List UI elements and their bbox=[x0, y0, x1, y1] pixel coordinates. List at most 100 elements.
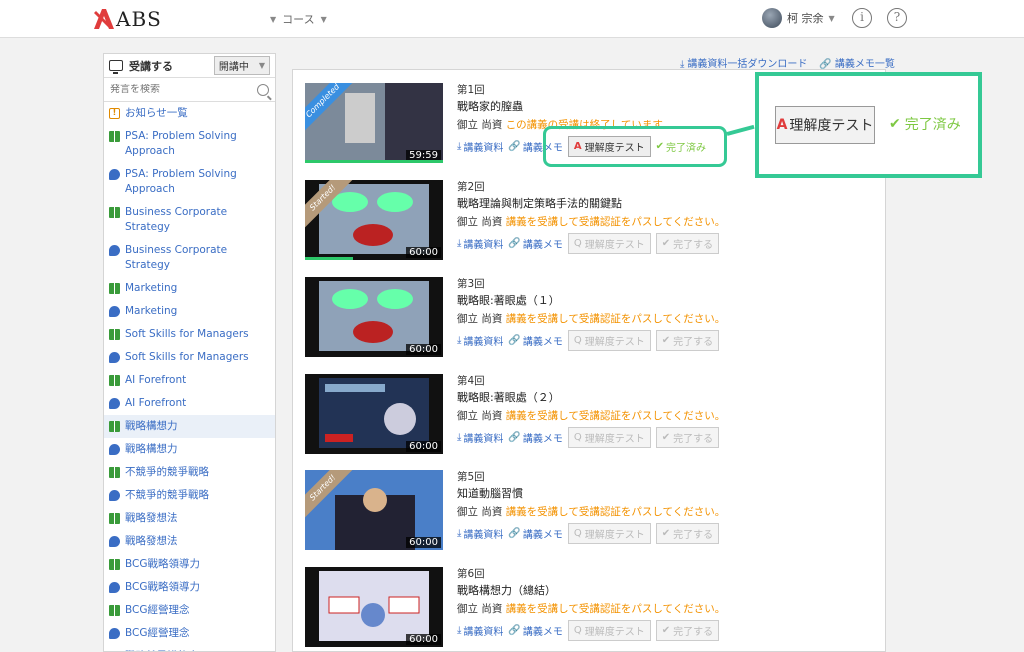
test-button[interactable]: Q 理解度テスト bbox=[567, 233, 651, 254]
link-icon: 🔗 bbox=[508, 238, 521, 249]
book-icon bbox=[109, 421, 120, 432]
memo-link[interactable]: 🔗 講義メモ bbox=[508, 623, 562, 638]
sidebar-item[interactable]: Soft Skills for Managers bbox=[104, 323, 275, 346]
memo-list-link[interactable]: 🔗 講義メモ一覧 bbox=[819, 55, 894, 70]
memo-link[interactable]: 🔗 講義メモ bbox=[508, 236, 562, 251]
materials-link[interactable]: ⤓ 講義資料 bbox=[457, 139, 503, 154]
lesson-title[interactable]: 戰略眼:著眼處（２） bbox=[457, 390, 725, 405]
test-a-icon: A bbox=[776, 117, 788, 133]
abs-logo[interactable]: ABS bbox=[94, 7, 162, 31]
sidebar-item[interactable]: ! お知らせ一覧 bbox=[104, 102, 275, 125]
test-button[interactable]: Q 理解度テスト bbox=[567, 523, 651, 544]
sidebar-item[interactable]: 戰略構想力 bbox=[104, 438, 275, 461]
highlight-box bbox=[543, 126, 727, 167]
materials-link[interactable]: ⤓ 講義資料 bbox=[457, 623, 503, 638]
sidebar-item-label: 戰略發想法 bbox=[125, 512, 178, 524]
lesson-title[interactable]: 戰略構想力（總結） bbox=[457, 583, 725, 598]
link-icon: 🔗 bbox=[508, 141, 521, 152]
book-icon bbox=[109, 131, 120, 142]
sidebar-item[interactable]: 戰略發想法 bbox=[104, 507, 275, 530]
user-menu[interactable]: 柯 宗余 ▼ bbox=[762, 8, 835, 28]
lesson-row: Started! 60:00 第2回 戰略理論與制定策略手法的關鍵點 御立 尚資 講義を… bbox=[305, 180, 875, 260]
chat-icon bbox=[109, 169, 120, 180]
materials-link[interactable]: ⤓ 講義資料 bbox=[457, 526, 503, 541]
test-icon: Q bbox=[573, 625, 582, 636]
help-icon[interactable]: ? bbox=[887, 8, 907, 28]
lesson-thumbnail[interactable]: 60:00 bbox=[305, 567, 443, 647]
sidebar-item[interactable]: Soft Skills for Managers bbox=[104, 346, 275, 369]
lesson-thumbnail[interactable]: Started! 60:00 bbox=[305, 470, 443, 550]
lesson-number: 第4回 bbox=[457, 375, 485, 387]
download-icon: ⤓ bbox=[457, 432, 462, 443]
lesson-title[interactable]: 戰略理論與制定策略手法的關鍵點 bbox=[457, 196, 725, 211]
sidebar-item[interactable]: BCG經營理念 bbox=[104, 622, 275, 645]
sidebar-item[interactable]: BCG戰略領導力 bbox=[104, 553, 275, 576]
lesson-title[interactable]: 知道動腦習慣 bbox=[457, 486, 725, 501]
done-label: 完了する bbox=[673, 627, 714, 638]
complete-button[interactable]: ✔ 完了する bbox=[655, 427, 720, 448]
status-select[interactable]: 開講中 ▼ bbox=[213, 56, 270, 75]
download-all-link[interactable]: ⤓ 講義資料一括ダウンロード bbox=[680, 55, 807, 70]
materials-label: 講義資料 bbox=[463, 434, 504, 445]
search-icon[interactable] bbox=[257, 83, 269, 96]
lesson-author: 御立 尚資 bbox=[457, 216, 503, 228]
sidebar-item[interactable]: BCG經營理念 bbox=[104, 599, 275, 622]
memo-link[interactable]: 🔗 講義メモ bbox=[508, 526, 562, 541]
done-label: 完了する bbox=[673, 530, 714, 541]
lesson-title[interactable]: 戰略家的膣蟲 bbox=[457, 99, 706, 114]
test-button[interactable]: Q 理解度テスト bbox=[567, 330, 651, 351]
sidebar-item[interactable]: PSA: Problem Solving Approach bbox=[104, 125, 275, 163]
sidebar-item[interactable]: Business Corporate Strategy bbox=[104, 201, 275, 239]
lesson-thumbnail[interactable]: 60:00 bbox=[305, 374, 443, 454]
sidebar-item-label: Soft Skills for Managers bbox=[125, 328, 249, 340]
lesson-thumbnail[interactable]: Started! 60:00 bbox=[305, 180, 443, 260]
complete-button[interactable]: ✔ 完了する bbox=[655, 330, 720, 351]
sidebar-item[interactable]: AI Forefront bbox=[104, 392, 275, 415]
sidebar-item[interactable]: 不競爭的競爭戰略 bbox=[104, 461, 275, 484]
sidebar-item-label: Marketing bbox=[125, 282, 178, 294]
lesson-status: 御立 尚資 講義を受講して受講認証をパスしてください。 bbox=[457, 312, 725, 327]
complete-button[interactable]: ✔ 完了する bbox=[655, 523, 720, 544]
sidebar-item[interactable]: 戰略構想力 bbox=[104, 415, 275, 438]
lesson-thumbnail[interactable]: 60:00 bbox=[305, 277, 443, 357]
lesson-author: 御立 尚資 bbox=[457, 603, 503, 615]
memo-link[interactable]: 🔗 講義メモ bbox=[508, 333, 562, 348]
complete-button[interactable]: ✔ 完了する bbox=[655, 620, 720, 641]
sidebar-item[interactable]: PSA: Problem Solving Approach bbox=[104, 163, 275, 201]
download-icon: ⤓ bbox=[457, 141, 462, 152]
test-icon: Q bbox=[573, 238, 582, 249]
lesson-actions: ⤓ 講義資料 🔗 講義メモ Q 理解度テスト ✔ 完了する bbox=[457, 330, 725, 351]
chat-icon bbox=[109, 628, 120, 639]
sidebar-item[interactable]: Marketing bbox=[104, 277, 275, 300]
materials-link[interactable]: ⤓ 講義資料 bbox=[457, 333, 503, 348]
materials-link[interactable]: ⤓ 講義資料 bbox=[457, 430, 503, 445]
lesson-title[interactable]: 戰略眼:著眼處（１） bbox=[457, 293, 725, 308]
sidebar-item[interactable]: BCG戰略領導力 bbox=[104, 576, 275, 599]
test-button[interactable]: Q 理解度テスト bbox=[567, 620, 651, 641]
sidebar-item[interactable]: Business Corporate Strategy bbox=[104, 239, 275, 277]
lesson-status: 御立 尚資 講義を受講して受講認証をパスしてください。 bbox=[457, 409, 725, 424]
info-icon[interactable]: i bbox=[852, 8, 872, 28]
sidebar-item-label: AI Forefront bbox=[125, 374, 187, 386]
lesson-thumbnail[interactable]: Completed 59:59 bbox=[305, 83, 443, 163]
lesson-row: 60:00 第3回 戰略眼:著眼處（１） 御立 尚資 講義を受講して受講認証をパスして… bbox=[305, 277, 875, 357]
download-icon: ⤓ bbox=[457, 528, 462, 539]
materials-link[interactable]: ⤓ 講義資料 bbox=[457, 236, 503, 251]
test-label: 理解度テスト bbox=[584, 337, 645, 348]
sidebar-item[interactable]: 戰略就是講故事 bbox=[104, 645, 275, 651]
lesson-status-message: 講義を受講して受講認証をパスしてください。 bbox=[505, 410, 726, 422]
memo-link[interactable]: 🔗 講義メモ bbox=[508, 430, 562, 445]
search-input[interactable] bbox=[110, 84, 257, 95]
course-menu[interactable]: ▼ コース ▼ bbox=[270, 11, 327, 27]
sidebar-item[interactable]: Marketing bbox=[104, 300, 275, 323]
sidebar-item-label: 不競爭的競爭戰略 bbox=[125, 489, 209, 501]
sidebar-item-label: PSA: Problem Solving Approach bbox=[125, 168, 237, 195]
sidebar-item[interactable]: 不競爭的競爭戰略 bbox=[104, 484, 275, 507]
done-label: 完了する bbox=[673, 337, 714, 348]
complete-button[interactable]: ✔ 完了する bbox=[655, 233, 720, 254]
sidebar-item[interactable]: 戰略發想法 bbox=[104, 530, 275, 553]
test-button[interactable]: Q 理解度テスト bbox=[567, 427, 651, 448]
book-icon bbox=[109, 283, 120, 294]
avatar bbox=[762, 8, 782, 28]
sidebar-item[interactable]: AI Forefront bbox=[104, 369, 275, 392]
